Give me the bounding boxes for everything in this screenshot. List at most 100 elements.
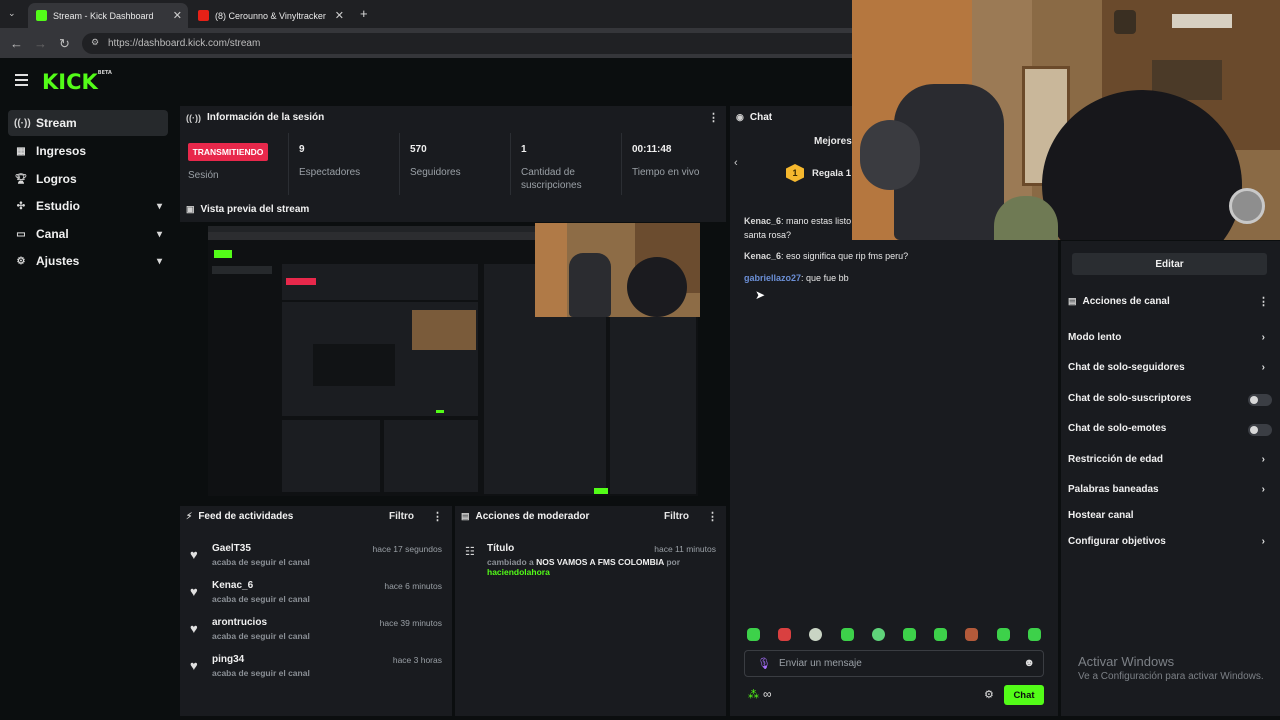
sidebar-item-ingresos[interactable]: ▦ Ingresos [8,138,168,164]
sidebar-item-logros[interactable]: 🏆︎ Logros [8,166,168,192]
preview-nested [313,344,395,386]
preview-feed [282,420,380,492]
chat-message-input[interactable]: 🎙︎ Enviar un mensaje ☻ [744,650,1044,677]
tab-search-icon[interactable]: ⌄ [8,8,16,19]
emote-icon[interactable] [903,628,916,641]
detail-user[interactable]: haciendolahora [487,567,550,577]
forward-icon[interactable]: → [34,36,47,51]
feed-user[interactable]: arontrucios [212,617,267,628]
sidebar-item-estudio[interactable]: ✣ Estudio ▾ [8,193,168,219]
chat-user[interactable]: Kenac_6 [744,216,781,226]
emote-icon[interactable] [747,628,760,641]
detail-prefix: cambiado a [487,557,537,567]
webcam-shelf-item [1172,14,1232,28]
action-slow-mode[interactable]: Modo lento › [1068,332,1273,348]
stat-followers: 570 Seguidores [399,133,509,195]
feed-user[interactable]: GaelT35 [212,543,251,554]
chat-input-placeholder: Enviar un mensaje [779,658,862,669]
more-options-icon[interactable]: ⋮ [708,111,719,124]
emote-icon[interactable] [872,628,885,641]
back-icon[interactable]: ← [10,36,23,51]
chevron-down-icon: ▾ [156,228,162,240]
emoji-icon[interactable]: ☻ [1023,657,1035,669]
gear-icon: ⚙ [16,255,26,267]
chat-send-button[interactable]: Chat [1004,685,1044,705]
mouse-cursor-icon: ➤ [755,288,766,302]
edit-button[interactable]: Editar [1072,253,1267,275]
tab-youtube[interactable]: (8) Cerounno & Vinyltracker - E ✕ [190,3,350,28]
sidebar-item-stream[interactable]: ((·)) Stream [8,110,168,136]
moderator-item-detail: cambiado a NOS VAMOS A FMS COLOMBIA por … [487,557,717,577]
sidebar-item-canal[interactable]: ▭ Canal ▾ [8,221,168,247]
preview-mod [384,420,478,492]
chat-text: mano estas listo [786,216,852,226]
sidebar-item-label: Ingresos [36,144,87,158]
webcam-person [627,257,687,317]
feed-action: acaba de seguir el canal [212,668,310,678]
preview-live-badge [286,278,316,285]
channel-actions-title-text: Acciones de canal [1082,296,1170,307]
action-label: Modo lento [1068,332,1122,343]
action-configure-goals[interactable]: Configurar objetivos › [1068,536,1273,552]
gear-icon[interactable]: ⚙ [984,688,994,701]
close-icon[interactable]: ✕ [335,9,344,22]
action-host-channel[interactable]: Hostear canal [1068,510,1273,526]
preview-title-text: Vista previa del stream [200,204,310,215]
kick-logo[interactable]: KICKBETA [42,70,112,94]
stream-preview[interactable] [180,222,726,502]
logo-text: KICK [42,70,98,94]
more-options-icon[interactable]: ⋮ [1258,295,1269,308]
menu-icon[interactable] [15,74,28,86]
feed-filter-button[interactable]: Filtro [389,511,414,522]
more-options-icon[interactable]: ⋮ [707,510,718,523]
chat-user[interactable]: gabriellazo27 [744,273,801,283]
channel-icon: ▭ [16,228,26,240]
feed-time: hace 6 minutos [384,581,442,591]
emote-icon[interactable] [934,628,947,641]
preview-icon: ▣ [186,204,195,214]
channel-actions-panel [1061,241,1280,716]
heart-icon: ♥ [190,658,198,673]
feed-user[interactable]: Kenac_6 [212,580,253,591]
site-info-icon[interactable]: ⚙ [91,37,99,48]
feed-title: ⚡︎ Feed de actividades [186,511,293,522]
action-age-restriction[interactable]: Restricción de edad › [1068,454,1273,470]
stat-value: 00:11:48 [632,144,672,155]
moderator-filter-button[interactable]: Filtro [664,511,689,522]
new-tab-icon[interactable]: + [360,6,368,21]
feed-user[interactable]: ping34 [212,654,244,665]
emote-icon[interactable] [778,628,791,641]
action-followers-only[interactable]: Chat de solo-seguidores › [1068,362,1273,378]
feed-time: hace 3 horas [392,655,442,665]
chevron-left-icon[interactable]: ‹ [734,157,738,169]
chat-user[interactable]: Kenac_6 [744,251,781,261]
sidebar-item-ajustes[interactable]: ⚙ Ajustes ▾ [8,248,168,274]
infinity-label: ∞ [763,687,772,701]
preview-sidebar-item [212,266,272,274]
preview-webcam [535,223,700,317]
action-emotes-only[interactable]: Chat de solo-emotes [1068,423,1273,439]
microphone-icon[interactable]: 🎙︎ [757,657,771,670]
more-options-icon[interactable]: ⋮ [432,510,443,523]
action-label: Chat de solo-suscriptores [1068,393,1192,404]
action-banned-words[interactable]: Palabras baneadas › [1068,484,1273,500]
stat-label: Seguidores [410,167,461,178]
close-icon[interactable]: ✕ [173,9,182,22]
tab-kick-dashboard[interactable]: Stream - Kick Dashboard ✕ [28,3,188,28]
points-icon[interactable]: ⁂ [748,688,759,701]
action-subscribers-only[interactable]: Chat de solo-suscriptores [1068,393,1273,409]
emote-icon[interactable] [997,628,1010,641]
emote-icon[interactable] [841,628,854,641]
url-field[interactable]: ⚙ https://dashboard.kick.com/stream [82,33,862,54]
feed-time: hace 17 segundos [372,544,442,554]
reload-icon[interactable]: ↻ [59,36,70,52]
activate-windows-title: Activar Windows [1078,654,1175,669]
emotes-only-toggle[interactable] [1248,424,1272,436]
emote-icon[interactable] [809,628,822,641]
moderator-title: ▤ Acciones de moderador [461,511,589,522]
moderator-icon: ▤ [1068,296,1077,306]
emote-icon[interactable] [965,628,978,641]
subscribers-only-toggle[interactable] [1248,394,1272,406]
chat-pinned-label: Mejores [814,136,852,147]
emote-icon[interactable] [1028,628,1041,641]
